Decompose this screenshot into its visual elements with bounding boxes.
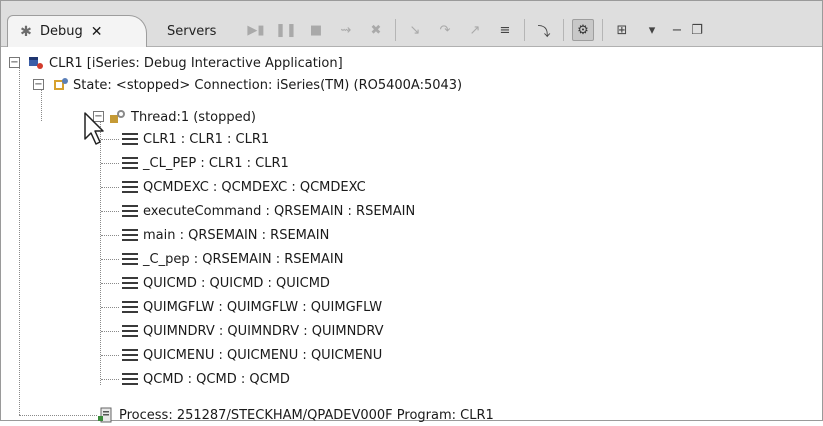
stack-frame-label: executeCommand : QRSEMAIN : RSEMAIN bbox=[143, 203, 416, 219]
stack-frame-icon bbox=[121, 131, 139, 147]
stack-frame-label: main : QRSEMAIN : RSEMAIN bbox=[143, 227, 330, 243]
tab-debug[interactable]: ✱ Debug ✕ bbox=[7, 15, 147, 47]
step-into-icon[interactable]: ↘ bbox=[404, 19, 426, 41]
collapse-icon[interactable]: − bbox=[33, 79, 44, 90]
stack-frame[interactable]: _C_pep : QRSEMAIN : RSEMAIN bbox=[101, 248, 344, 270]
step-filters-icon[interactable]: ⤵ bbox=[533, 19, 555, 41]
tree-connector bbox=[100, 121, 101, 385]
stack-frame[interactable]: QUICMENU : QUICMENU : QUICMENU bbox=[101, 344, 383, 366]
tree-connector bbox=[19, 63, 20, 415]
tree-connector bbox=[101, 379, 119, 380]
stack-frame-label: QCMDEXC : QCMDEXC : QCMDEXC bbox=[143, 179, 366, 195]
stack-frame-icon bbox=[121, 251, 139, 267]
stack-frame[interactable]: executeCommand : QRSEMAIN : RSEMAIN bbox=[101, 200, 416, 222]
stack-frame-icon bbox=[121, 371, 139, 387]
debug-view: ✱ Debug ✕ Servers ▶▮ ❚❚ ■ ⇝ ✖ ↘ ↷ ↗ ≡ ⤵ … bbox=[0, 0, 823, 423]
view-menu-chevron-icon[interactable]: ▾ bbox=[641, 19, 663, 41]
debug-target-icon bbox=[27, 55, 45, 71]
stack-frame-icon bbox=[121, 323, 139, 339]
mouse-cursor-icon bbox=[84, 112, 104, 145]
tree-connector bbox=[101, 331, 119, 332]
state-label: State: <stopped> Connection: iSeries(TM)… bbox=[73, 77, 463, 93]
tab-bar: ✱ Debug ✕ Servers ▶▮ ❚❚ ■ ⇝ ✖ ↘ ↷ ↗ ≡ ⤵ … bbox=[1, 1, 822, 47]
thread-icon bbox=[109, 109, 127, 125]
tree-connector bbox=[101, 187, 119, 188]
suspend-icon[interactable]: ❚❚ bbox=[275, 19, 297, 41]
tree-connector bbox=[101, 307, 119, 308]
toolbar-separator bbox=[602, 19, 603, 41]
toolbar-separator bbox=[563, 19, 564, 41]
drop-to-frame-icon[interactable]: ≡ bbox=[494, 19, 516, 41]
show-system-threads-icon[interactable]: ⚙ bbox=[572, 19, 594, 41]
stack-frame[interactable]: QUIMGFLW : QUIMGFLW : QUIMGFLW bbox=[101, 296, 383, 318]
tree-connector bbox=[19, 415, 97, 416]
stack-frame[interactable]: main : QRSEMAIN : RSEMAIN bbox=[101, 224, 330, 246]
collapse-icon[interactable]: − bbox=[9, 57, 20, 68]
debug-toolbar: ▶▮ ❚❚ ■ ⇝ ✖ ↘ ↷ ↗ ≡ ⤵ ⚙ ⊞ ▾ − ❐ bbox=[245, 15, 703, 45]
tree-connector bbox=[101, 259, 119, 260]
tab-debug-label: Debug bbox=[40, 24, 83, 39]
stack-frame-label: QUICMENU : QUICMENU : QUICMENU bbox=[143, 347, 383, 363]
toolbar-separator bbox=[524, 19, 525, 41]
tree-item-process[interactable]: Process: 251287/STECKHAM/QPADEV000F Prog… bbox=[97, 404, 494, 426]
maximize-icon[interactable]: ❐ bbox=[691, 19, 703, 41]
stack-frame[interactable]: QUICMD : QUICMD : QUICMD bbox=[101, 272, 330, 294]
stack-frame[interactable]: QCMD : QCMD : QCMD bbox=[101, 368, 290, 390]
state-icon bbox=[51, 77, 69, 93]
stack-frame-icon bbox=[121, 299, 139, 315]
stack-frame-label: _C_pep : QRSEMAIN : RSEMAIN bbox=[143, 251, 344, 267]
tab-servers-label: Servers bbox=[167, 23, 217, 39]
stack-frame-label: QCMD : QCMD : QCMD bbox=[143, 371, 290, 387]
stack-frame-icon bbox=[121, 227, 139, 243]
stack-frame[interactable]: QCMDEXC : QCMDEXC : QCMDEXC bbox=[101, 176, 366, 198]
stack-frame-icon bbox=[121, 155, 139, 171]
stack-frame-icon bbox=[121, 275, 139, 291]
process-label: Process: 251287/STECKHAM/QPADEV000F Prog… bbox=[119, 407, 494, 423]
step-return-icon[interactable]: ↗ bbox=[464, 19, 486, 41]
stack-frame[interactable]: QUIMNDRV : QUIMNDRV : QUIMNDRV bbox=[101, 320, 384, 342]
tree-connector bbox=[101, 211, 119, 212]
tree-connector bbox=[101, 355, 119, 356]
thread-label: Thread:1 (stopped) bbox=[131, 109, 256, 125]
tree-connector bbox=[101, 283, 119, 284]
minimize-icon[interactable]: − bbox=[671, 19, 683, 41]
remove-terminated-icon[interactable]: ✖ bbox=[365, 19, 387, 41]
stack-frame-icon bbox=[121, 203, 139, 219]
tree-connector bbox=[101, 235, 119, 236]
stack-frame-label: _CL_PEP : CLR1 : CLR1 bbox=[143, 155, 289, 171]
step-over-icon[interactable]: ↷ bbox=[434, 19, 456, 41]
tree-layout-icon[interactable]: ⊞ bbox=[611, 19, 633, 41]
disconnect-icon[interactable]: ⇝ bbox=[335, 19, 357, 41]
terminate-icon[interactable]: ■ bbox=[305, 19, 327, 41]
tree-item-debug-target[interactable]: − State: <stopped> Connection: iSeries(T… bbox=[33, 74, 462, 96]
tab-servers[interactable]: Servers bbox=[157, 15, 235, 47]
tree-item-launch[interactable]: − CLR1 [iSeries: Debug Interactive Appli… bbox=[9, 52, 343, 74]
stack-frame-icon bbox=[121, 347, 139, 363]
tree-connector bbox=[101, 163, 119, 164]
stack-frame-label: CLR1 : CLR1 : CLR1 bbox=[143, 131, 270, 147]
close-tab-icon[interactable]: ✕ bbox=[91, 24, 103, 40]
debug-tree: − CLR1 [iSeries: Debug Interactive Appli… bbox=[1, 47, 822, 423]
stack-frame-label: QUIMNDRV : QUIMNDRV : QUIMNDRV bbox=[143, 323, 384, 339]
stack-frame[interactable]: CLR1 : CLR1 : CLR1 bbox=[101, 128, 270, 150]
stack-frame-icon bbox=[121, 179, 139, 195]
tree-item-thread[interactable]: − Thread:1 (stopped) bbox=[93, 106, 256, 128]
debug-bug-icon: ✱ bbox=[20, 23, 32, 40]
launch-label: CLR1 [iSeries: Debug Interactive Applica… bbox=[49, 55, 343, 71]
stack-frame-label: QUICMD : QUICMD : QUICMD bbox=[143, 275, 330, 291]
stack-frame[interactable]: _CL_PEP : CLR1 : CLR1 bbox=[101, 152, 289, 174]
resume-icon[interactable]: ▶▮ bbox=[245, 19, 267, 41]
toolbar-separator bbox=[395, 19, 396, 41]
stack-frame-label: QUIMGFLW : QUIMGFLW : QUIMGFLW bbox=[143, 299, 383, 315]
